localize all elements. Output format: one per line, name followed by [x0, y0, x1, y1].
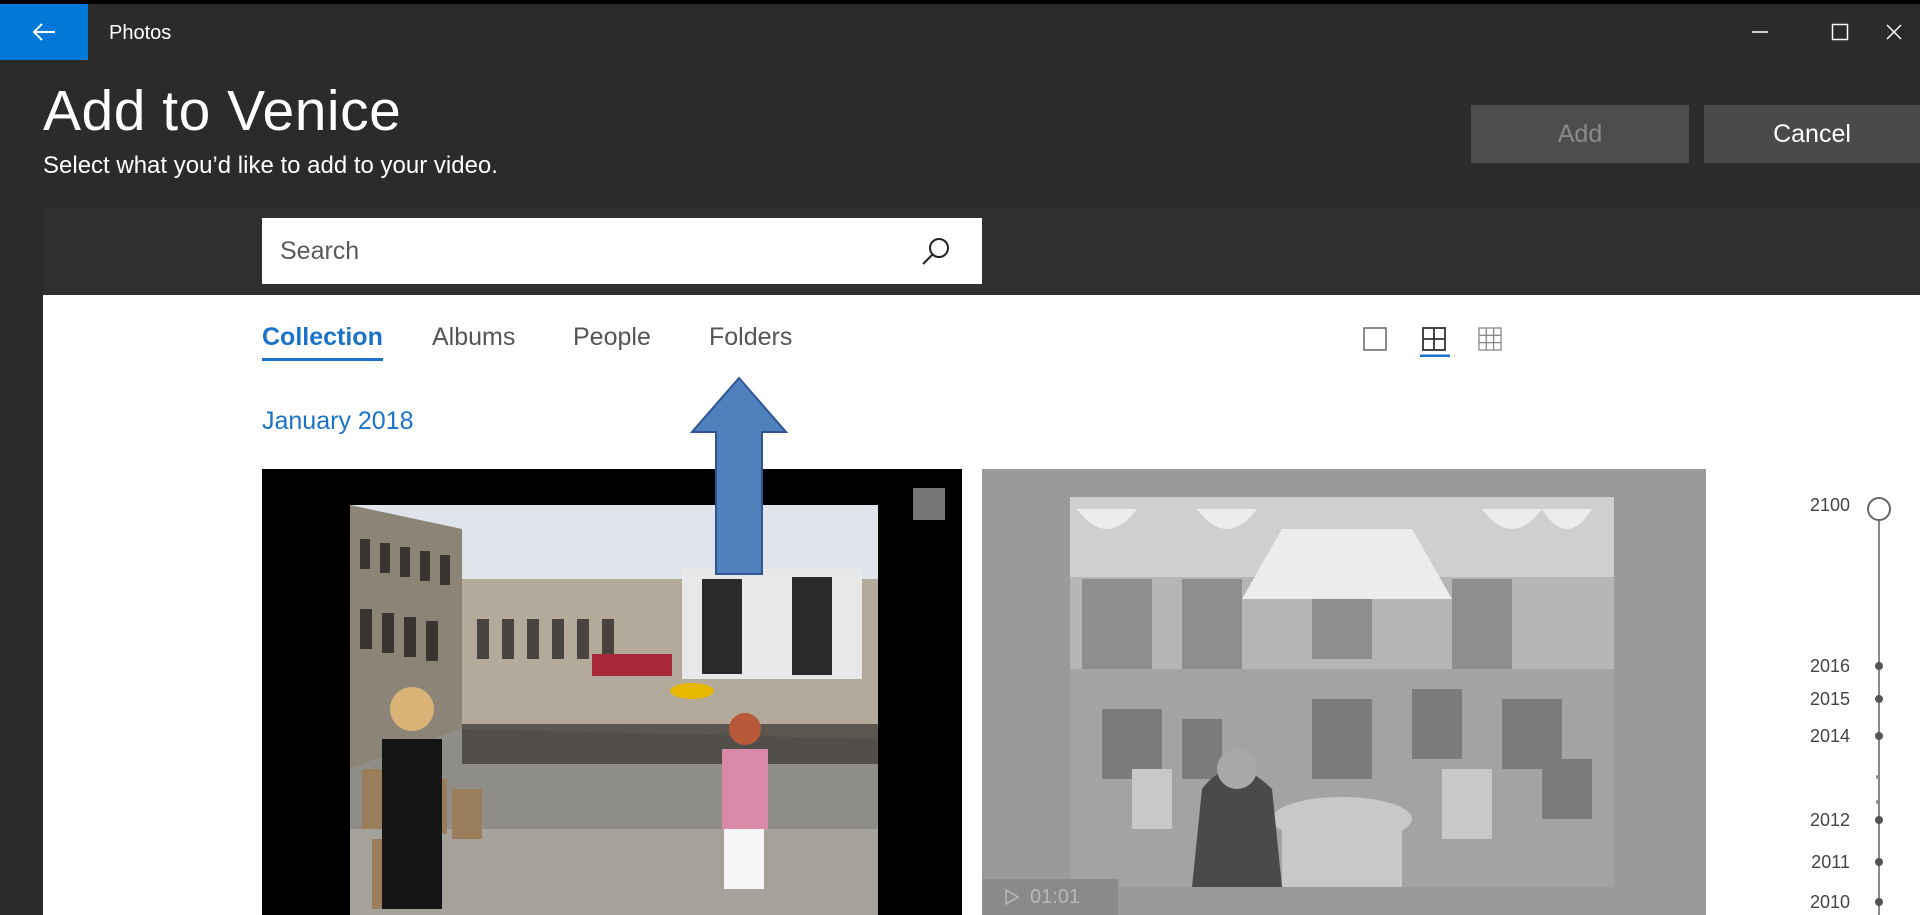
- play-icon: [1005, 888, 1020, 906]
- small-grid-icon[interactable]: [1474, 323, 1508, 357]
- annotation-arrow-icon: [690, 376, 788, 575]
- video-thumbnail[interactable]: 01:01: [982, 469, 1706, 915]
- close-icon: [1886, 24, 1902, 40]
- close-button[interactable]: [1885, 4, 1920, 60]
- photo-image: [350, 505, 878, 915]
- timeline-year[interactable]: 2016: [1810, 656, 1850, 677]
- timeline-dot: [1875, 662, 1883, 670]
- back-arrow-icon: [32, 23, 55, 41]
- timeline-year[interactable]: 2015: [1810, 689, 1850, 710]
- tab-people[interactable]: People: [573, 323, 651, 352]
- maximize-icon: [1831, 23, 1849, 41]
- photos-window: Photos Add to Venice Select what you’d l…: [0, 4, 1920, 915]
- search-box[interactable]: [262, 218, 982, 284]
- timeline-dot: [1875, 898, 1883, 906]
- add-button[interactable]: Add: [1471, 105, 1689, 163]
- tab-collection[interactable]: Collection: [262, 323, 383, 361]
- timeline-year[interactable]: 2100: [1810, 495, 1850, 516]
- title-bar: Photos: [0, 4, 1920, 60]
- app-title: Photos: [109, 22, 172, 44]
- video-duration-badge: 01:01: [982, 879, 1118, 915]
- timeline-dot: [1875, 732, 1883, 740]
- timeline-year[interactable]: 2010: [1810, 892, 1850, 913]
- photo-thumbnail[interactable]: [262, 469, 962, 915]
- timeline-dot: [1875, 858, 1883, 866]
- minimize-button[interactable]: [1725, 4, 1795, 60]
- cancel-button[interactable]: Cancel: [1704, 105, 1920, 163]
- video-image: [1070, 497, 1614, 887]
- timeline-year[interactable]: 2012: [1810, 810, 1850, 831]
- timeline-dot: [1875, 816, 1883, 824]
- timeline-track: [1878, 520, 1880, 915]
- tab-albums[interactable]: Albums: [432, 323, 515, 352]
- timeline-dot: [1875, 695, 1883, 703]
- single-view-icon[interactable]: [1359, 323, 1393, 357]
- page-subtitle: Select what you’d like to add to your vi…: [43, 152, 498, 179]
- content-area: Collection Albums People Folders January…: [43, 295, 1920, 915]
- selection-checkbox[interactable]: [913, 488, 945, 520]
- timeline-year[interactable]: 2014: [1810, 726, 1850, 747]
- back-button[interactable]: [0, 4, 88, 60]
- timeline-separator: [1876, 800, 1880, 804]
- tab-folders[interactable]: Folders: [709, 323, 792, 352]
- date-header: January 2018: [262, 407, 414, 435]
- timeline-thumb[interactable]: [1867, 497, 1891, 521]
- page-title: Add to Venice: [43, 79, 402, 143]
- video-duration: 01:01: [1030, 885, 1081, 908]
- timeline-year[interactable]: 2011: [1811, 852, 1850, 873]
- search-icon[interactable]: [918, 234, 954, 270]
- minimize-icon: [1752, 31, 1768, 33]
- medium-grid-icon[interactable]: [1418, 323, 1452, 357]
- timeline-separator: [1876, 775, 1880, 779]
- search-input[interactable]: [280, 218, 910, 284]
- maximize-button[interactable]: [1805, 4, 1875, 60]
